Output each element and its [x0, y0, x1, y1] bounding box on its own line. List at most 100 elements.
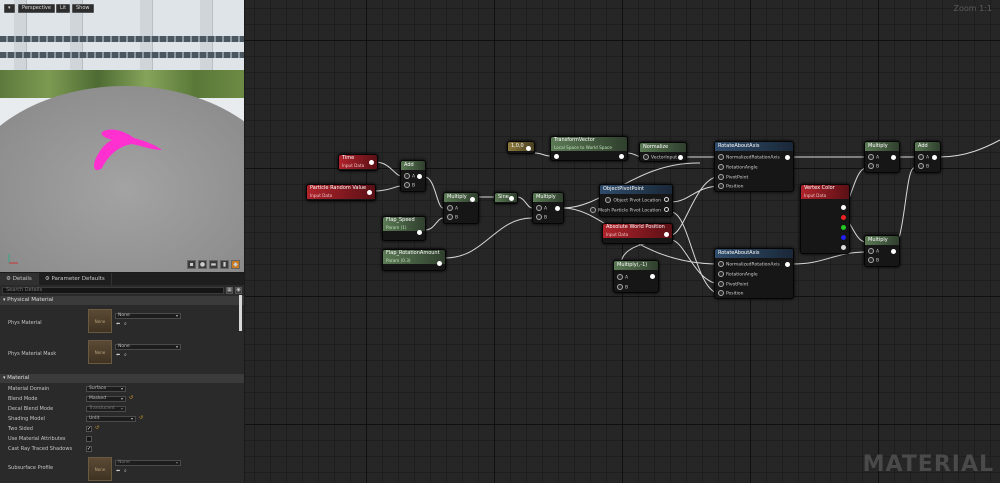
node-absolute-world-position[interactable]: Absolute World Position Input Data: [602, 223, 673, 244]
node-multiply[interactable]: Multiply A B: [864, 141, 900, 173]
material-domain-select[interactable]: Surface: [86, 386, 126, 392]
viewport-options-button[interactable]: ▾: [4, 4, 15, 13]
node-multiply-negative-pin-a[interactable]: A: [617, 274, 628, 282]
perspective-button[interactable]: Perspective: [18, 4, 55, 13]
node-rotate-pin-position[interactable]: Position: [718, 290, 744, 298]
node-rotate-pin-normalizedrotationaxis[interactable]: NormalizedRotationAxis: [718, 261, 780, 269]
phys-material-thumbnail[interactable]: None: [88, 309, 112, 333]
node-sine-output-pin[interactable]: [509, 196, 514, 201]
show-button[interactable]: Show: [72, 4, 94, 13]
details-scrollbar[interactable]: [239, 295, 242, 331]
reset-arrow-icon[interactable]: ↺: [139, 415, 143, 421]
node-vertex-color-g-pin[interactable]: [841, 225, 846, 230]
node-multiply-pin-b[interactable]: B: [868, 163, 879, 171]
node-multiply-pin-a[interactable]: A: [536, 205, 547, 213]
node-normalize[interactable]: Normalize VectorInput: [639, 142, 687, 162]
node-add-output-pin[interactable]: [417, 174, 422, 179]
decal-blend-mode-select[interactable]: Translucent: [86, 406, 126, 412]
material-graph-canvas[interactable]: Zoom 1:1 MATERIAL Time Input Data Particl…: [245, 0, 1000, 483]
node-multiply-pin-a[interactable]: A: [868, 248, 879, 256]
subsurface-profile-select[interactable]: None: [115, 460, 181, 466]
node-mesh-particle-pivot-pin[interactable]: [664, 207, 669, 212]
node-particle-random-value[interactable]: Particle Random Value Input Data: [306, 184, 376, 201]
node-object-pivot-location-pin[interactable]: [664, 197, 669, 202]
node-vertex-color-b-pin[interactable]: [841, 235, 846, 240]
preview-cube-icon[interactable]: ▪: [187, 260, 196, 269]
node-rotate-about-axis[interactable]: RotateAboutAxis NormalizedRotationAxis R…: [714, 141, 794, 192]
browse-search-icon[interactable]: ⌕: [124, 468, 127, 474]
subsurface-profile-thumbnail[interactable]: None: [88, 457, 112, 481]
lit-button[interactable]: Lit: [56, 4, 71, 13]
preview-cylinder-icon[interactable]: ▮: [220, 260, 229, 269]
node-rotate-output-pin[interactable]: [785, 155, 790, 160]
node-multiply-negative-output-pin[interactable]: [650, 274, 655, 279]
node-sine[interactable]: Sine: [494, 192, 518, 204]
node-rotate-about-axis[interactable]: RotateAboutAxis NormalizedRotationAxis R…: [714, 248, 794, 299]
phys-material-mask-select[interactable]: None: [115, 344, 181, 350]
blend-mode-select[interactable]: Masked: [86, 396, 126, 402]
tab-parameter-defaults[interactable]: ⚙ Parameter Defaults: [39, 273, 112, 285]
preview-sphere-icon[interactable]: ●: [198, 260, 207, 269]
node-rotate-pin-pivotpoint[interactable]: PivotPoint: [718, 174, 748, 182]
node-vertex-color-a-pin[interactable]: [841, 245, 846, 250]
node-normalize-output-pin[interactable]: [678, 155, 683, 160]
two-sided-checkbox[interactable]: ✓: [86, 426, 92, 432]
tab-details[interactable]: ⚙ Details: [0, 273, 39, 285]
node-multiply-pin-b[interactable]: B: [447, 214, 458, 222]
node-multiply-output-pin[interactable]: [555, 206, 560, 211]
node-multiply-pin-a[interactable]: A: [447, 205, 458, 213]
node-vertex-color[interactable]: Vertex Color Input Data: [800, 184, 850, 254]
cast-ray-traced-shadows-checkbox[interactable]: ✓: [86, 446, 92, 452]
node-object-pivot-point[interactable]: ObjectPivotPoint Object Pivot Location M…: [598, 184, 673, 217]
node-add-pin-b[interactable]: B: [918, 163, 929, 171]
use-selected-arrow-icon[interactable]: ⬅: [116, 321, 120, 327]
node-multiply-negative[interactable]: Multiply(,-1) A B: [613, 260, 659, 293]
node-rotate-pin-rotationangle[interactable]: RotationAngle: [718, 164, 758, 172]
shading-model-select[interactable]: Unlit: [86, 416, 136, 422]
node-add-pin-b[interactable]: B: [404, 182, 415, 190]
node-multiply-pin-b[interactable]: B: [536, 214, 547, 222]
node-absolute-world-position-output-pin[interactable]: [664, 232, 669, 237]
node-multiply-output-pin[interactable]: [470, 197, 475, 202]
node-time-output-pin[interactable]: [369, 160, 374, 165]
node-transform-vector-input-pin[interactable]: [554, 154, 559, 159]
eye-icon[interactable]: ◉: [235, 286, 242, 294]
preview-mesh-icon[interactable]: ◆: [231, 260, 240, 269]
node-multiply-output-pin[interactable]: [891, 249, 896, 254]
node-rotate-pin-normalizedrotationaxis[interactable]: NormalizedRotationAxis: [718, 154, 780, 162]
phys-material-mask-thumbnail[interactable]: None: [88, 340, 112, 364]
section-physical-material[interactable]: Physical Material: [0, 296, 244, 305]
node-time[interactable]: Time Input Data: [338, 154, 378, 171]
use-selected-arrow-icon[interactable]: ⬅: [116, 352, 120, 358]
browse-search-icon[interactable]: ⌕: [124, 321, 127, 327]
use-material-attributes-checkbox[interactable]: [86, 436, 92, 442]
node-add[interactable]: Add A B: [400, 160, 426, 192]
use-selected-arrow-icon[interactable]: ⬅: [116, 468, 120, 474]
section-material[interactable]: Material: [0, 374, 244, 383]
node-multiply-negative-pin-b[interactable]: B: [617, 284, 628, 292]
node-multiply[interactable]: Multiply A B: [443, 192, 479, 224]
node-rotate-output-pin[interactable]: [785, 262, 790, 267]
search-input[interactable]: Search Details: [2, 286, 224, 294]
node-flap-rotation-output-pin[interactable]: [437, 261, 442, 266]
node-add-pin-a[interactable]: A: [918, 154, 929, 162]
node-flap-rotation-amount[interactable]: Flap_RotationAmount Param (0.3): [382, 249, 446, 271]
node-rotate-pin-rotationangle[interactable]: RotationAngle: [718, 271, 758, 279]
node-vertex-color-r-pin[interactable]: [841, 215, 846, 220]
node-multiply-output-pin[interactable]: [891, 155, 896, 160]
node-add-pin-a[interactable]: A: [404, 173, 415, 181]
node-normalize-pin-vectorinput[interactable]: VectorInput: [643, 154, 677, 162]
node-multiply[interactable]: Multiply A B: [532, 192, 564, 224]
node-rotate-pin-position[interactable]: Position: [718, 183, 744, 191]
phys-material-select[interactable]: None: [115, 313, 181, 319]
node-transform-vector-output-pin[interactable]: [619, 154, 624, 159]
node-flap-speed-output-pin[interactable]: [417, 230, 422, 235]
reset-arrow-icon[interactable]: ↺: [129, 395, 133, 401]
node-multiply-pin-b[interactable]: B: [868, 257, 879, 265]
node-transform-vector[interactable]: TransformVector Local Space to World Spac…: [550, 136, 628, 161]
node-particle-random-output-pin[interactable]: [367, 190, 372, 195]
node-vertex-color-rgb-pin[interactable]: [841, 205, 846, 210]
grid-view-icon[interactable]: ▦: [226, 286, 233, 294]
node-multiply-pin-a[interactable]: A: [868, 154, 879, 162]
reset-arrow-icon[interactable]: ↺: [95, 425, 99, 431]
